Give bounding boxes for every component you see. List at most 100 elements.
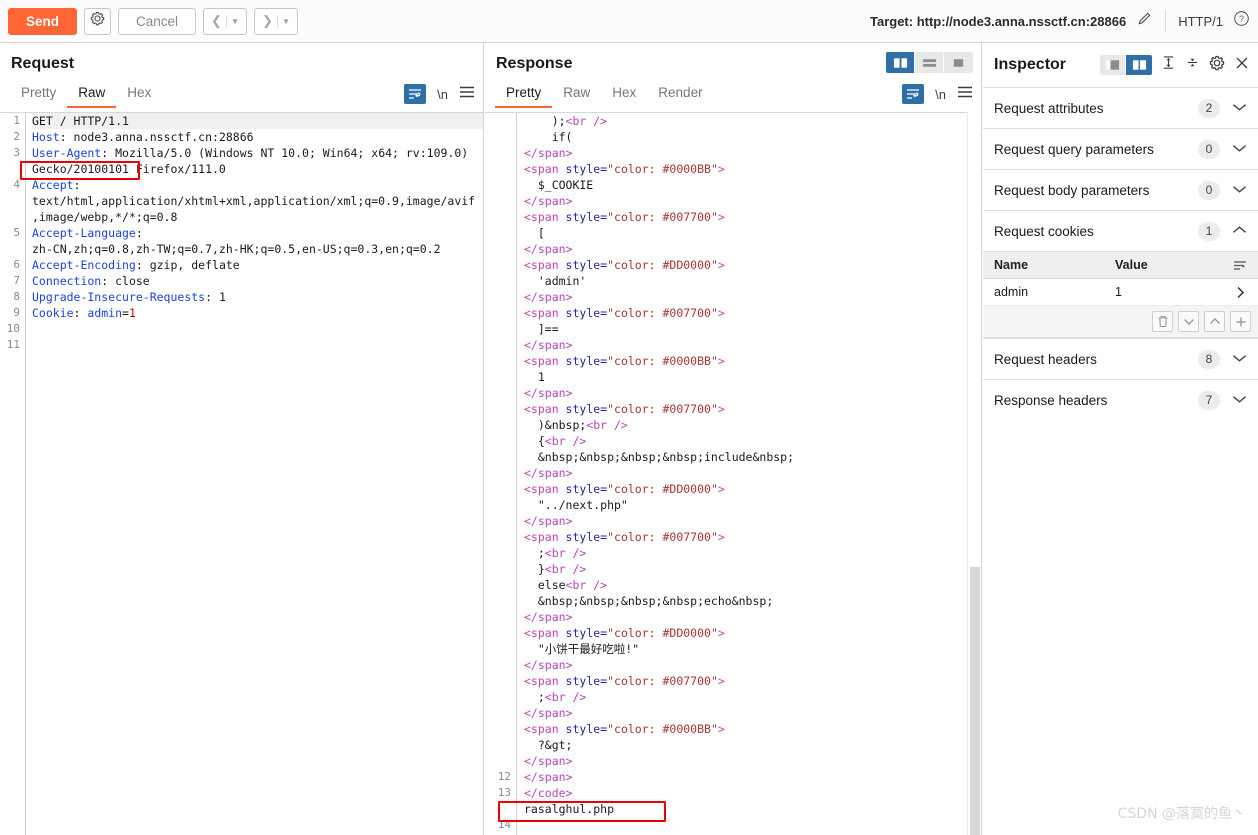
code-line[interactable]: </span> [524, 193, 981, 209]
chevron-down-icon[interactable] [1232, 99, 1247, 117]
code-line[interactable]: <span style="color: #0000BB"> [524, 161, 981, 177]
expand-all-icon[interactable] [1161, 55, 1176, 75]
code-line[interactable] [32, 321, 483, 337]
code-line[interactable]: <span style="color: #007700"> [524, 305, 981, 321]
code-line[interactable]: Accept: [32, 177, 483, 193]
code-line[interactable]: </span> [524, 657, 981, 673]
split-rows-icon[interactable] [915, 52, 944, 73]
tab-response-pretty[interactable]: Pretty [495, 85, 553, 108]
single-pane-icon[interactable] [944, 52, 973, 73]
code-line[interactable]: <span style="color: #007700"> [524, 529, 981, 545]
inspector-section-request-body-parameters[interactable]: Request body parameters 0 [983, 169, 1258, 210]
repeater-settings-button[interactable] [84, 7, 112, 35]
close-icon[interactable] [1234, 55, 1250, 76]
chevron-up-icon[interactable] [1232, 222, 1247, 240]
code-line[interactable]: 1 [524, 369, 981, 385]
inspector-section-request-query-parameters[interactable]: Request query parameters 0 [983, 128, 1258, 169]
newline-toggle-button[interactable]: \n [437, 87, 448, 102]
code-line[interactable]: Accept-Encoding: gzip, deflate [32, 257, 483, 273]
code-line[interactable]: );<br /> [524, 113, 981, 129]
code-line[interactable]: 'admin' [524, 273, 981, 289]
newline-toggle-button[interactable]: \n [935, 87, 946, 102]
code-line[interactable] [524, 817, 981, 833]
hamburger-menu-icon[interactable] [459, 85, 475, 104]
code-line[interactable]: ]== [524, 321, 981, 337]
tab-request-hex[interactable]: Hex [116, 85, 162, 108]
inspector-section-response-headers[interactable]: Response headers 7 [983, 379, 1258, 420]
code-line[interactable]: <span style="color: #007700"> [524, 209, 981, 225]
code-line[interactable]: )&nbsp;<br /> [524, 417, 981, 433]
tab-response-hex[interactable]: Hex [601, 85, 647, 108]
code-line[interactable]: </span> [524, 769, 981, 785]
cookie-value-cell[interactable]: 1 [1108, 285, 1222, 299]
chevron-down-icon[interactable] [1178, 311, 1199, 332]
code-line[interactable]: <span style="color: #007700"> [524, 401, 981, 417]
code-line[interactable]: </span> [524, 705, 981, 721]
history-back-button[interactable]: ❮ | ▼ [203, 7, 248, 35]
chevron-down-icon[interactable] [1232, 140, 1247, 158]
chevron-right-icon[interactable] [1222, 286, 1258, 299]
code-line[interactable]: </span> [524, 289, 981, 305]
send-button[interactable]: Send [8, 7, 78, 35]
code-line[interactable] [32, 337, 483, 353]
code-line[interactable]: $_COOKIE [524, 177, 981, 193]
pencil-icon[interactable] [1136, 10, 1153, 32]
word-wrap-icon[interactable] [902, 84, 925, 104]
cancel-button[interactable]: Cancel [118, 7, 197, 35]
code-line[interactable]: GET / HTTP/1.1 [32, 113, 483, 129]
code-line[interactable]: Host: node3.anna.nssctf.cn:28866 [32, 129, 483, 145]
code-line[interactable]: <span style="color: #DD0000"> [524, 257, 981, 273]
code-line[interactable]: "小饼干最好吃啦!" [524, 641, 981, 657]
code-line[interactable]: Gecko/20100101 Firefox/111.0 [32, 161, 483, 177]
code-line[interactable]: <span style="color: #007700"> [524, 673, 981, 689]
table-row[interactable]: admin 1 [983, 279, 1258, 306]
code-line[interactable]: </span> [524, 753, 981, 769]
code-line[interactable]: Connection: close [32, 273, 483, 289]
code-line[interactable]: "../next.php" [524, 497, 981, 513]
panel-left-icon[interactable] [1100, 55, 1126, 75]
hamburger-menu-icon[interactable] [957, 85, 973, 104]
code-line[interactable]: </span> [524, 385, 981, 401]
code-line[interactable]: }<br /> [524, 561, 981, 577]
history-forward-button[interactable]: ❯ | ▼ [254, 7, 299, 35]
inspector-section-request-cookies[interactable]: Request cookies 1 [983, 210, 1258, 251]
code-line[interactable]: Cookie: admin=1 [32, 305, 483, 321]
code-line[interactable]: Upgrade-Insecure-Requests: 1 [32, 289, 483, 305]
code-line[interactable]: <span style="color: #0000BB"> [524, 721, 981, 737]
split-columns-icon[interactable] [886, 52, 915, 73]
trash-icon[interactable] [1152, 311, 1173, 332]
code-line[interactable]: </span> [524, 513, 981, 529]
gear-icon[interactable] [1209, 55, 1225, 76]
code-line[interactable]: rasalghul.php [524, 801, 981, 817]
response-scrollbar[interactable] [967, 112, 981, 835]
code-line[interactable]: {<br /> [524, 433, 981, 449]
tab-request-raw[interactable]: Raw [67, 85, 117, 108]
tab-request-pretty[interactable]: Pretty [10, 85, 67, 108]
collapse-all-icon[interactable] [1185, 55, 1200, 75]
code-line[interactable]: </span> [524, 337, 981, 353]
code-line[interactable]: ;<br /> [524, 689, 981, 705]
table-options-icon[interactable] [1222, 260, 1258, 271]
request-editor[interactable]: 1 2 3 4 5 6 7 8 9 10 11 GET / HTTP/1.1 Host: node3.… [0, 112, 483, 835]
inspector-section-request-headers[interactable]: Request headers 8 [983, 338, 1258, 379]
code-line[interactable]: text/html,application/xhtml+xml,applicat… [32, 193, 483, 209]
chevron-down-icon[interactable] [1232, 181, 1247, 199]
plus-icon[interactable] [1230, 311, 1251, 332]
panel-right-icon[interactable] [1126, 55, 1152, 75]
code-line[interactable]: Accept-Language: [32, 225, 483, 241]
code-line[interactable]: </span> [524, 145, 981, 161]
code-line[interactable]: ,image/webp,*/*;q=0.8 [32, 209, 483, 225]
code-line[interactable]: </span> [524, 465, 981, 481]
code-line[interactable]: ;<br /> [524, 545, 981, 561]
code-line[interactable]: else<br /> [524, 577, 981, 593]
word-wrap-icon[interactable] [404, 84, 427, 104]
response-scrollbar-thumb[interactable] [970, 567, 980, 835]
http-version-label[interactable]: HTTP/1 [1178, 14, 1223, 29]
response-code-content[interactable]: );<br /> if(</span> <span style="color: #… [518, 113, 981, 835]
code-line[interactable]: zh-CN,zh;q=0.8,zh-TW;q=0.7,zh-HK;q=0.5,e… [32, 241, 483, 257]
code-line[interactable]: </span> [524, 609, 981, 625]
code-line[interactable]: <span style="color: #DD0000"> [524, 481, 981, 497]
code-line[interactable]: </span> [524, 241, 981, 257]
code-line[interactable]: </code> [524, 785, 981, 801]
chevron-down-icon[interactable] [1232, 391, 1247, 409]
